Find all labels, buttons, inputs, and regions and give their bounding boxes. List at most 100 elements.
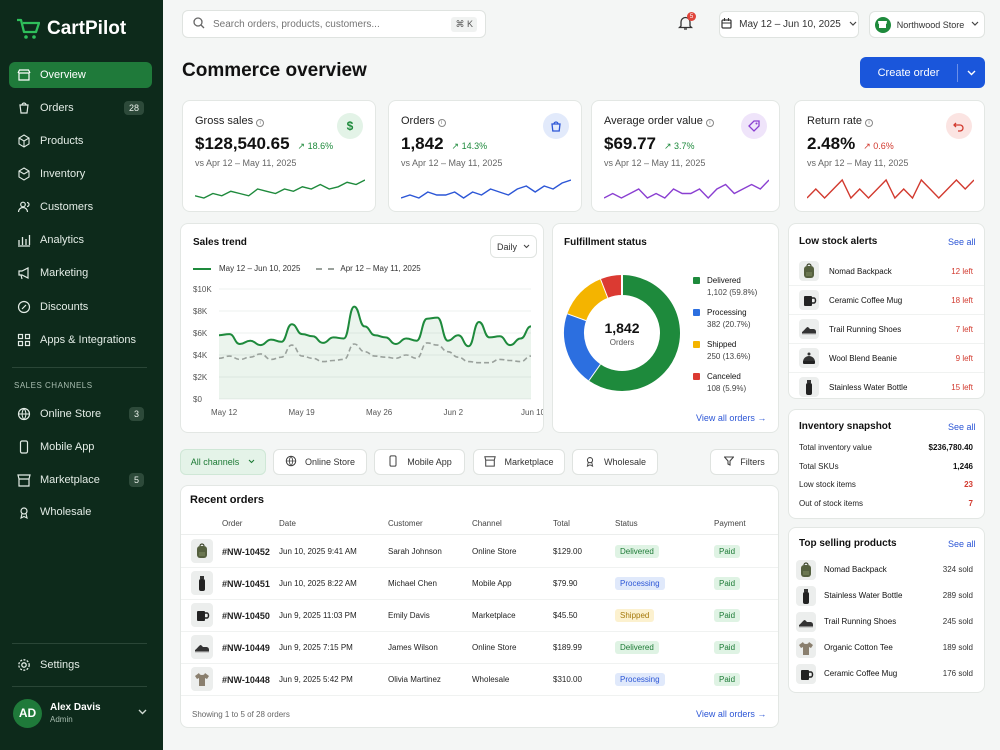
list-item[interactable]: Stainless Water Bottle 15 left <box>789 373 984 402</box>
kpi-change: ↗ 0.6% <box>863 141 894 151</box>
table-row[interactable]: #NW-10449 Jun 9, 2025 7:15 PM James Wilson… <box>181 632 778 664</box>
table-row[interactable]: #NW-10448 Jun 9, 2025 5:42 PM Olivia Marti… <box>181 664 778 696</box>
notifications-button[interactable]: 5 <box>677 12 696 34</box>
view-all-orders-link[interactable]: View all orders → <box>696 709 766 719</box>
filter-label: Wholesale <box>603 457 647 467</box>
sidebar: CartPilot Overview Orders 28 Products Invent… <box>0 0 163 750</box>
search-icon <box>193 16 205 32</box>
column-header-date[interactable]: Date <box>279 519 296 528</box>
dollar-icon: $ <box>337 113 363 139</box>
kpi-card-orders[interactable]: Orders i 1,842 ↗ 14.3% vs Apr 12 – May 11, … <box>388 100 582 212</box>
column-header-order[interactable]: Order <box>222 519 242 528</box>
sidebar-channel-mobile-app[interactable]: Mobile App <box>9 434 152 460</box>
list-item[interactable]: Trail Running Shoes 245 sold <box>789 609 984 635</box>
sidebar-item-products[interactable]: Products <box>9 128 152 154</box>
order-id-link[interactable]: #NW-10452 <box>222 547 270 557</box>
order-customer: Olivia Martinez <box>388 675 441 684</box>
sidebar-item-discounts[interactable]: Discounts <box>9 294 152 320</box>
table-row[interactable]: #NW-10451 Jun 10, 2025 8:22 AM Michael Che… <box>181 568 778 600</box>
column-header-payment[interactable]: Payment <box>714 519 746 528</box>
period-select[interactable]: Daily <box>490 235 537 258</box>
shoe-icon <box>796 612 816 632</box>
sidebar-item-label: Apps & Integrations <box>40 334 137 346</box>
list-item[interactable]: Wool Blend Beanie 9 left <box>789 344 984 373</box>
kpi-card-gross-sales[interactable]: Gross sales i $ $128,540.65 ↗ 18.6% vs Apr 1… <box>182 100 376 212</box>
sidebar-channel-marketplace[interactable]: Marketplace 5 <box>9 467 152 493</box>
sidebar-item-orders[interactable]: Orders 28 <box>9 95 152 121</box>
sidebar-item-label: Analytics <box>40 234 85 246</box>
legend-value: 108 (5.9%) <box>707 384 747 393</box>
user-name: Alex Davis <box>50 702 101 713</box>
search-input[interactable] <box>213 18 443 30</box>
order-total: $189.99 <box>553 643 582 652</box>
y-tick-label: $4K <box>193 351 208 360</box>
sidebar-item-marketing[interactable]: Marketing <box>9 260 152 286</box>
donut-center: 1,842 Orders <box>563 320 681 347</box>
channel-filter-online-store[interactable]: Online Store <box>273 449 367 475</box>
list-item[interactable]: Organic Cotton Tee 189 sold <box>789 635 984 661</box>
date-range-picker[interactable]: May 12 – Jun 10, 2025 <box>719 11 859 38</box>
sidebar-channel-wholesale[interactable]: Wholesale <box>9 499 152 525</box>
sidebar-channel-online-store[interactable]: Online Store 3 <box>9 401 152 427</box>
user-menu[interactable]: AD Alex Davis Admin <box>13 698 153 728</box>
sidebar-item-label: Marketplace <box>40 474 100 486</box>
table-row[interactable]: #NW-10450 Jun 9, 2025 11:03 PM Emily Davis… <box>181 600 778 632</box>
marketplace-icon <box>17 473 31 487</box>
chevron-down-icon[interactable] <box>958 68 985 77</box>
brand-name: CartPilot <box>47 18 127 39</box>
column-header-customer[interactable]: Customer <box>388 519 423 528</box>
list-item[interactable]: Nomad Backpack 12 left <box>789 257 984 286</box>
column-header-total[interactable]: Total <box>553 519 570 528</box>
table-row[interactable]: #NW-10452 Jun 10, 2025 9:41 AM Sarah Johns… <box>181 536 778 568</box>
channel-filter-marketplace[interactable]: Marketplace <box>473 449 565 475</box>
brand-logo[interactable]: CartPilot <box>16 18 126 40</box>
sidebar-item-apps-and-integrations[interactable]: Apps & Integrations <box>9 327 152 353</box>
channel-filter-wholesale[interactable]: Wholesale <box>572 449 658 475</box>
sidebar-item-customers[interactable]: Customers <box>9 194 152 220</box>
column-header-status[interactable]: Status <box>615 519 638 528</box>
channel-filter-mobile-app[interactable]: Mobile App <box>374 449 465 475</box>
list-item[interactable]: Stainless Water Bottle 289 sold <box>789 583 984 609</box>
order-id-link[interactable]: #NW-10449 <box>222 643 270 653</box>
see-all-link[interactable]: See all <box>948 422 976 432</box>
notification-count: 5 <box>687 12 696 21</box>
legend-item-canceled: Canceled 108 (5.9%) <box>693 372 746 393</box>
top-selling-card: Top selling products See all Nomad Backp… <box>788 527 985 693</box>
product-name: Trail Running Shoes <box>829 325 902 334</box>
sidebar-item-settings[interactable]: Settings <box>9 652 152 678</box>
stock-qty: 15 left <box>951 383 973 392</box>
kpi-sparkline <box>401 179 571 199</box>
mobile-app-icon <box>387 455 399 469</box>
tee-icon <box>796 638 816 658</box>
see-all-link[interactable]: See all <box>948 237 976 247</box>
list-item[interactable]: Ceramic Coffee Mug 18 left <box>789 286 984 315</box>
search-box[interactable]: ⌘ K <box>182 10 486 38</box>
order-id-link[interactable]: #NW-10451 <box>222 579 270 589</box>
filter-label: Online Store <box>304 457 356 467</box>
order-id-link[interactable]: #NW-10450 <box>222 611 270 621</box>
list-item[interactable]: Trail Running Shoes 7 left <box>789 315 984 344</box>
kpi-card-average-order-value[interactable]: Average order value i $69.77 ↗ 3.7% vs Apr … <box>591 100 780 212</box>
filter-label: Mobile App <box>407 457 452 467</box>
column-header-channel[interactable]: Channel <box>472 519 502 528</box>
see-all-link[interactable]: See all <box>948 539 976 549</box>
card-title: Inventory snapshot <box>799 421 892 432</box>
list-item[interactable]: Ceramic Coffee Mug 176 sold <box>789 661 984 687</box>
filters-button[interactable]: Filters <box>710 449 779 475</box>
store-switcher[interactable]: Northwood Store <box>869 11 985 38</box>
sidebar-item-analytics[interactable]: Analytics <box>9 227 152 253</box>
legend-item-shipped: Shipped 250 (13.6%) <box>693 340 751 361</box>
order-total: $129.00 <box>553 547 582 556</box>
kpi-card-return-rate[interactable]: Return rate i 2.48% ↗ 0.6% vs Apr 12 – May … <box>794 100 985 212</box>
create-order-button[interactable]: Create order <box>860 57 985 88</box>
sidebar-item-inventory[interactable]: Inventory <box>9 161 152 187</box>
mug-icon <box>799 290 819 310</box>
channel-filter-all-channels[interactable]: All channels <box>180 449 266 475</box>
order-id-link[interactable]: #NW-10448 <box>222 675 270 685</box>
view-all-orders-link[interactable]: View all orders → <box>696 413 766 423</box>
y-tick-label: $8K <box>193 307 208 316</box>
chart-legend: May 12 – Jun 10, 2025 Apr 12 – May 11, 2… <box>193 264 421 273</box>
kpi-title: Return rate i <box>807 115 874 127</box>
list-item[interactable]: Nomad Backpack 324 sold <box>789 557 984 583</box>
sidebar-item-overview[interactable]: Overview <box>9 62 152 88</box>
